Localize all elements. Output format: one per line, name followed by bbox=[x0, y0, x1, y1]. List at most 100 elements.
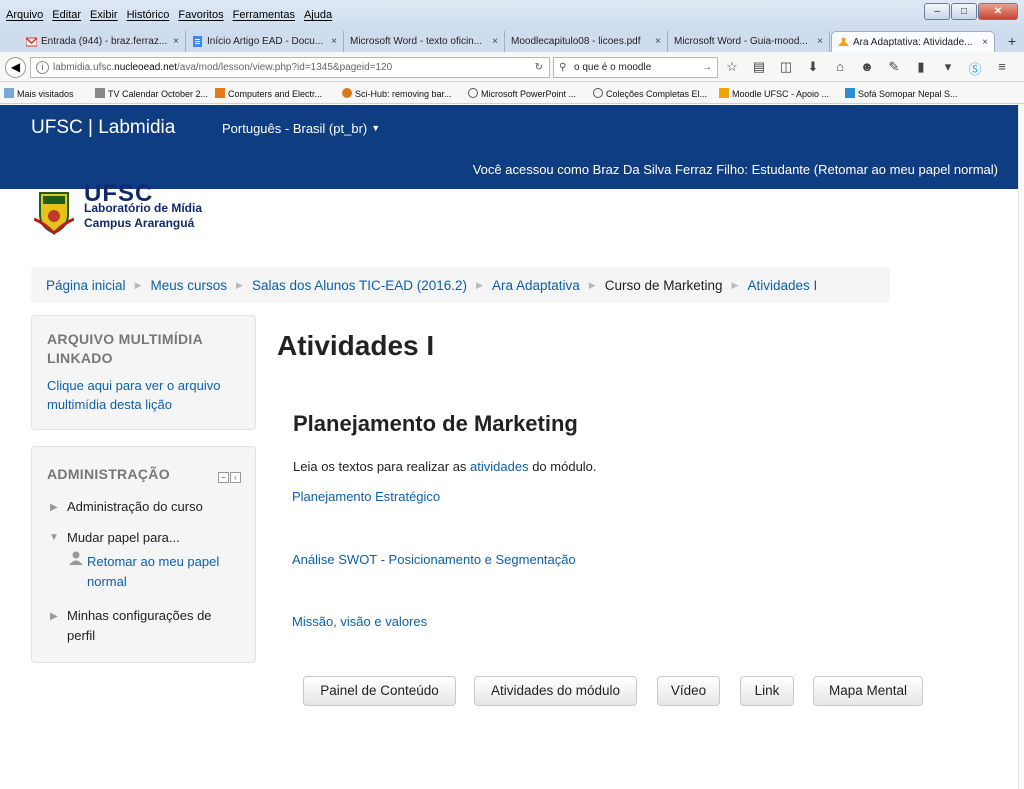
menu-historico[interactable]: Histórico bbox=[127, 9, 170, 21]
menu-exibir[interactable]: Exibir bbox=[90, 9, 118, 21]
close-icon[interactable]: × bbox=[173, 36, 179, 47]
bookmark-folder-icon bbox=[4, 88, 14, 98]
tab-bar: Entrada (944) - braz.ferraz... × Início … bbox=[0, 30, 1024, 52]
return-role-link[interactable]: Retomar ao meu papel bbox=[87, 552, 219, 571]
maximize-window-button[interactable]: □ bbox=[951, 3, 977, 20]
content-panel-button[interactable]: Painel de Conteúdo bbox=[303, 676, 456, 706]
menu-icon[interactable]: ≡ bbox=[994, 59, 1010, 78]
url-prefix: labmidia.ufsc. bbox=[53, 62, 115, 73]
ufsc-crest-icon bbox=[34, 192, 74, 235]
block-administration: ADMINISTRAÇÃO − ‹ ▶ Administração do cur… bbox=[31, 446, 256, 663]
navigation-toolbar: ◀ i labmidia.ufsc.nucleoead.net/ava/mod/… bbox=[0, 52, 1024, 82]
page-scrollbar[interactable] bbox=[1018, 105, 1024, 789]
info-icon[interactable]: i bbox=[36, 61, 49, 74]
tab-ara-adaptativa[interactable]: Ara Adaptativa: Atividade... × bbox=[831, 31, 995, 52]
course-admin-item[interactable]: Administração do curso bbox=[67, 497, 203, 516]
download-icon[interactable]: ⬇ bbox=[805, 59, 821, 78]
tab-gmail[interactable]: Entrada (944) - braz.ferraz... × bbox=[20, 31, 186, 52]
lesson-title: Planejamento de Marketing bbox=[293, 411, 578, 436]
tab-word-oficina[interactable]: Microsoft Word - texto oficin... × bbox=[344, 31, 505, 52]
skype-icon[interactable]: Ⓢ bbox=[967, 59, 983, 78]
link-missao-visao-valores[interactable]: Missão, visão e valores bbox=[292, 614, 427, 629]
close-icon[interactable]: × bbox=[982, 37, 988, 48]
close-icon[interactable]: × bbox=[331, 36, 337, 47]
switch-role-item[interactable]: Mudar papel para... bbox=[67, 528, 180, 547]
close-icon[interactable]: × bbox=[655, 36, 661, 47]
link-button[interactable]: Link bbox=[740, 676, 794, 706]
close-icon[interactable]: × bbox=[492, 36, 498, 47]
language-menu[interactable]: Português - Brasil (pt_br) ▼ bbox=[222, 121, 380, 136]
chat-icon[interactable]: ☻ bbox=[859, 59, 875, 78]
bookmark-item[interactable]: Coleções Completas El... bbox=[593, 88, 707, 99]
reader-icon[interactable]: ▮ bbox=[913, 59, 929, 78]
breadcrumb-separator-icon: ▶ bbox=[134, 279, 142, 290]
menu-editar[interactable]: Editar bbox=[52, 9, 81, 21]
breadcrumb-separator-icon: ▶ bbox=[236, 279, 243, 290]
new-tab-button[interactable]: + bbox=[1008, 33, 1016, 49]
collapse-icon[interactable]: − bbox=[218, 472, 229, 483]
search-icon: ⚲ bbox=[559, 62, 567, 73]
collapse-arrow-icon[interactable]: ▼ bbox=[49, 532, 59, 543]
minimize-window-button[interactable]: – bbox=[924, 3, 950, 20]
dropdown-icon[interactable]: ▾ bbox=[940, 59, 956, 78]
logged-in-as-text[interactable]: Você acessou como Braz Da Silva Ferraz F… bbox=[473, 162, 998, 177]
moodle-icon bbox=[838, 37, 849, 48]
collections-icon bbox=[593, 88, 603, 98]
profile-settings-item[interactable]: perfil bbox=[67, 626, 95, 645]
close-icon[interactable]: × bbox=[817, 36, 823, 47]
bookmark-star-icon[interactable]: ☆ bbox=[724, 59, 740, 78]
expand-arrow-icon[interactable]: ▶ bbox=[50, 611, 58, 622]
expand-arrow-icon[interactable]: ▶ bbox=[50, 502, 58, 513]
logo-lab-text: Laboratório de Mídia bbox=[84, 201, 203, 215]
bookmark-item[interactable]: Microsoft PowerPoint ... bbox=[468, 88, 576, 99]
menu-ajuda[interactable]: Ajuda bbox=[304, 9, 332, 21]
site-navbar: UFSC | Labmidia Português - Brasil (pt_b… bbox=[0, 105, 1018, 189]
mind-map-button[interactable]: Mapa Mental bbox=[813, 676, 923, 706]
bookmark-item[interactable]: Mais visitados bbox=[4, 88, 74, 99]
tv-calendar-icon bbox=[95, 88, 105, 98]
profile-settings-item[interactable]: Minhas configurações de bbox=[67, 606, 212, 625]
menu-favoritos[interactable]: Favoritos bbox=[178, 9, 223, 21]
link-planejamento-estrategico[interactable]: Planejamento Estratégico bbox=[292, 489, 440, 504]
sofa-icon bbox=[845, 88, 855, 98]
breadcrumb-course-room[interactable]: Salas dos Alunos TIC-EAD (2016.2) bbox=[252, 278, 467, 293]
bookmark-item[interactable]: Sci-Hub: removing bar... bbox=[342, 88, 452, 99]
bookmark-item[interactable]: Moodle UFSC - Apoio ... bbox=[719, 88, 829, 99]
breadcrumb-my-courses[interactable]: Meus cursos bbox=[150, 278, 227, 293]
dock-icon[interactable]: ‹ bbox=[230, 472, 241, 483]
labmidia-logo[interactable]: UFSC Laboratório de Mídia Campus Ararang… bbox=[34, 180, 234, 244]
bookmark-item[interactable]: Sofá Somopar Nepal S... bbox=[845, 88, 958, 99]
url-bar[interactable]: i labmidia.ufsc.nucleoead.net/ava/mod/le… bbox=[30, 57, 550, 78]
breadcrumb-ara-adaptativa[interactable]: Ara Adaptativa bbox=[492, 278, 580, 293]
home-icon[interactable]: ⌂ bbox=[832, 59, 848, 78]
activities-link[interactable]: atividades bbox=[470, 459, 529, 474]
module-activities-button[interactable]: Atividades do módulo bbox=[474, 676, 637, 706]
multimedia-link[interactable]: multimídia desta lição bbox=[47, 396, 172, 414]
return-role-link[interactable]: normal bbox=[87, 572, 127, 591]
bookmark-item[interactable]: Computers and Electr... bbox=[215, 88, 322, 99]
search-input[interactable]: ⚲ o que é o moodle → bbox=[553, 57, 718, 78]
tab-word-guia[interactable]: Microsoft Word - Guia-mood... × bbox=[668, 31, 830, 52]
multimedia-link[interactable]: Clique aqui para ver o arquivo bbox=[47, 377, 220, 395]
search-go-arrow-icon[interactable]: → bbox=[702, 58, 712, 77]
breadcrumb-separator-icon: ▶ bbox=[588, 279, 596, 290]
block-multimedia: ARQUIVO MULTIMÍDIA LINKADO Clique aqui p… bbox=[31, 315, 256, 430]
extension-icon[interactable]: ✎ bbox=[886, 59, 902, 78]
breadcrumb-atividades[interactable]: Atividades I bbox=[747, 278, 817, 293]
menu-arquivo[interactable]: Arquivo bbox=[6, 9, 43, 21]
pocket-icon[interactable]: ◫ bbox=[778, 59, 794, 78]
tab-moodle-pdf[interactable]: Moodlecapitulo08 - licoes.pdf × bbox=[505, 31, 668, 52]
site-brand-link[interactable]: UFSC | Labmidia bbox=[31, 117, 175, 139]
breadcrumb-home[interactable]: Página inicial bbox=[46, 278, 126, 293]
tab-docs[interactable]: Início Artigo EAD - Docu... × bbox=[186, 31, 344, 52]
link-analise-swot[interactable]: Análise SWOT - Posicionamento e Segmenta… bbox=[292, 552, 576, 567]
breadcrumb-separator-icon: ▶ bbox=[731, 279, 739, 290]
bookmark-item[interactable]: TV Calendar October 2... bbox=[95, 88, 208, 99]
menu-ferramentas[interactable]: Ferramentas bbox=[233, 9, 295, 21]
close-window-button[interactable]: ✕ bbox=[978, 3, 1018, 20]
moodle-icon bbox=[719, 88, 729, 98]
video-button[interactable]: Vídeo bbox=[657, 676, 720, 706]
reload-icon[interactable]: ↻ bbox=[535, 58, 543, 77]
back-arrow-icon[interactable]: ◀ bbox=[5, 57, 26, 78]
library-icon[interactable]: ▤ bbox=[751, 59, 767, 78]
